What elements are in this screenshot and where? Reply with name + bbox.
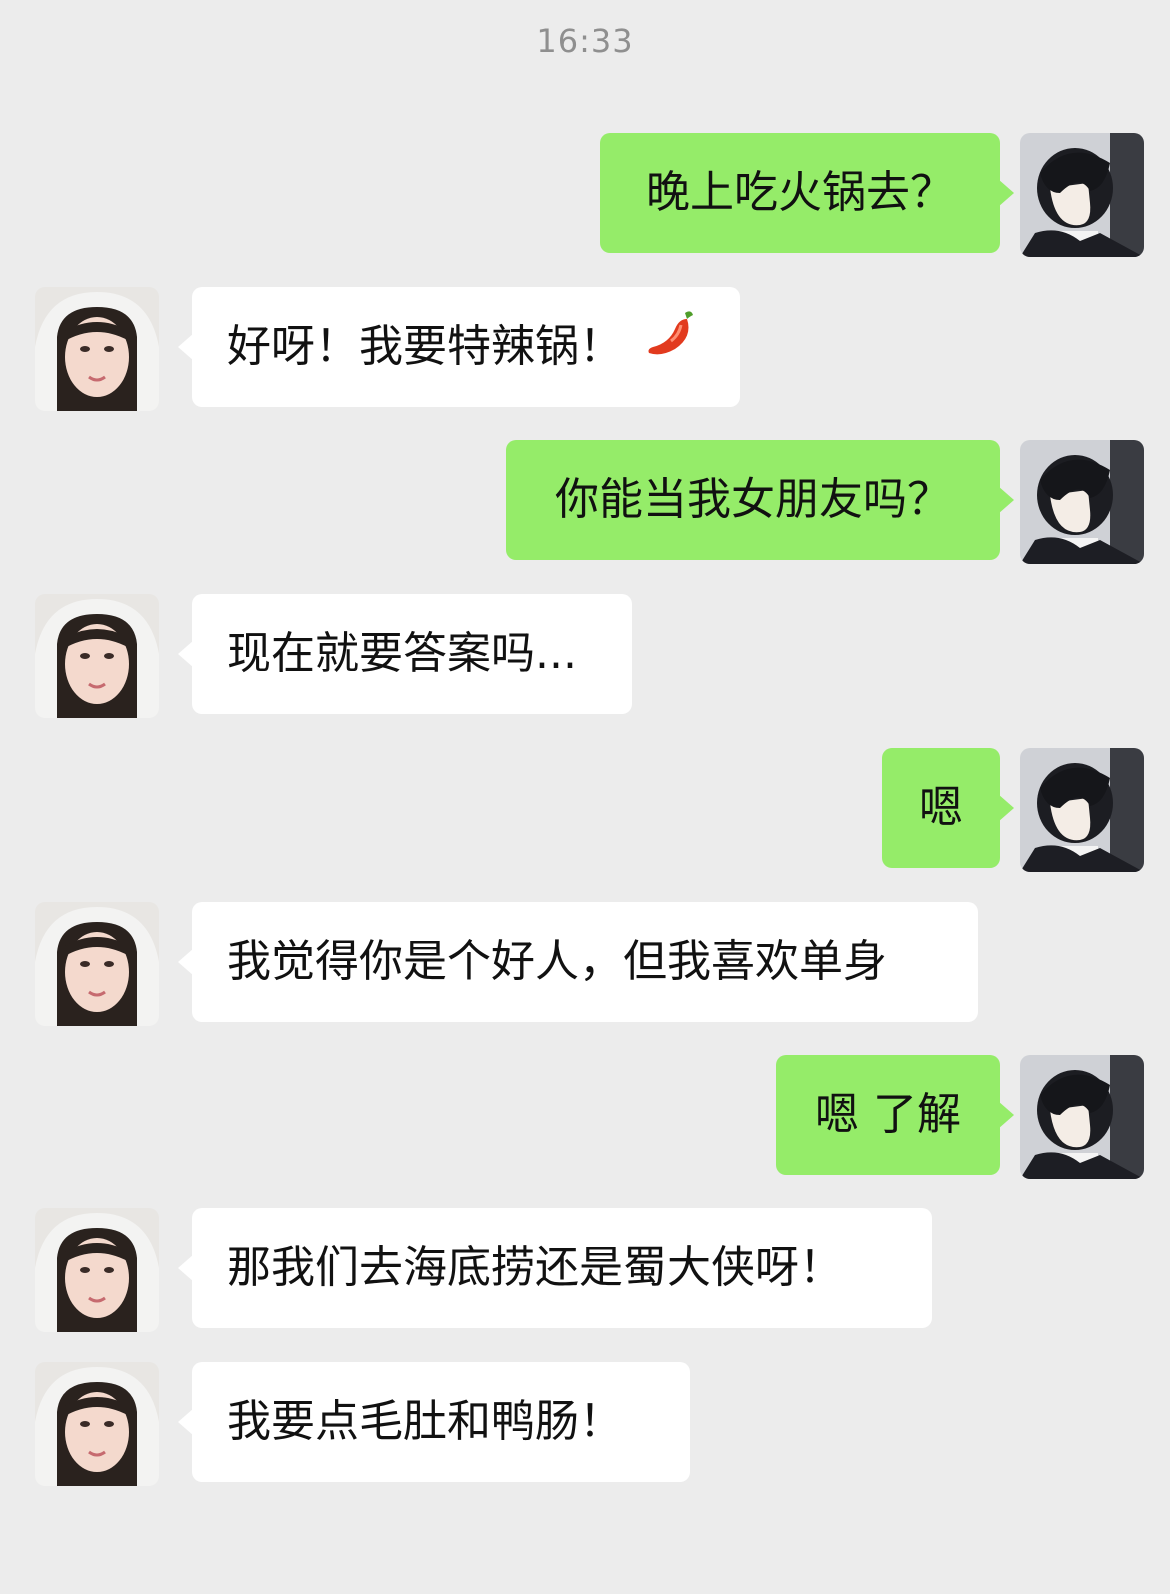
bottom-fade xyxy=(0,1514,1170,1594)
message-bubble-self[interactable]: 晚上吃火锅去？ xyxy=(600,133,1014,253)
message-bubble-self[interactable]: 嗯 xyxy=(882,748,1014,868)
avatar-other-image xyxy=(35,287,159,411)
message-row-other: 好呀！我要特辣锅！ xyxy=(0,287,1170,411)
avatar-other[interactable] xyxy=(35,594,159,718)
message-row-self: 你能当我女朋友吗？ xyxy=(0,440,1170,564)
avatar-self[interactable] xyxy=(1020,440,1144,564)
message-row-self: 嗯 xyxy=(0,748,1170,872)
message-text: 那我们去海底捞还是蜀大侠呀！ xyxy=(227,1242,843,1293)
avatar-other[interactable] xyxy=(35,287,159,411)
message-row-self: 嗯 了解 xyxy=(0,1055,1170,1179)
message-text: 现在就要答案吗... xyxy=(227,628,577,679)
message-text: 我觉得你是个好人，但我喜欢单身 xyxy=(227,936,887,987)
avatar-self-image xyxy=(1020,440,1144,564)
avatar-self-image xyxy=(1020,133,1144,257)
message-text: 好呀！我要特辣锅！ xyxy=(227,321,623,372)
message-bubble-other[interactable]: 现在就要答案吗... xyxy=(178,594,632,714)
avatar-self-image xyxy=(1020,1055,1144,1179)
message-bubble-self[interactable]: 你能当我女朋友吗？ xyxy=(506,440,1014,560)
message-text: 嗯 xyxy=(919,782,963,833)
message-row-self: 晚上吃火锅去？ xyxy=(0,133,1170,257)
avatar-other[interactable] xyxy=(35,1208,159,1332)
avatar-self[interactable] xyxy=(1020,1055,1144,1179)
message-bubble-other[interactable]: 好呀！我要特辣锅！ xyxy=(178,285,740,407)
message-bubble-other[interactable]: 我要点毛肚和鸭肠！ xyxy=(178,1362,690,1482)
avatar-other-image xyxy=(35,594,159,718)
message-bubble-self[interactable]: 嗯 了解 xyxy=(776,1055,1014,1175)
message-row-other: 我要点毛肚和鸭肠！ xyxy=(0,1362,1170,1486)
avatar-other-image xyxy=(35,902,159,1026)
avatar-other[interactable] xyxy=(35,902,159,1026)
message-bubble-other[interactable]: 那我们去海底捞还是蜀大侠呀！ xyxy=(178,1208,932,1328)
avatar-other-image xyxy=(35,1362,159,1486)
chat-timestamp: 16:33 xyxy=(536,22,634,60)
message-bubble-other[interactable]: 我觉得你是个好人，但我喜欢单身 xyxy=(178,902,978,1022)
message-row-other: 现在就要答案吗... xyxy=(0,594,1170,718)
message-text: 你能当我女朋友吗？ xyxy=(555,474,951,525)
message-text: 晚上吃火锅去？ xyxy=(646,167,954,218)
message-row-other: 那我们去海底捞还是蜀大侠呀！ xyxy=(0,1208,1170,1332)
message-text: 我要点毛肚和鸭肠！ xyxy=(227,1396,623,1447)
avatar-self-image xyxy=(1020,748,1144,872)
avatar-other-image xyxy=(35,1208,159,1332)
avatar-other[interactable] xyxy=(35,1362,159,1486)
message-row-other: 我觉得你是个好人，但我喜欢单身 xyxy=(0,902,1170,1026)
avatar-self[interactable] xyxy=(1020,133,1144,257)
chili-pepper-icon xyxy=(641,285,697,405)
message-text: 嗯 了解 xyxy=(815,1089,961,1140)
avatar-self[interactable] xyxy=(1020,748,1144,872)
